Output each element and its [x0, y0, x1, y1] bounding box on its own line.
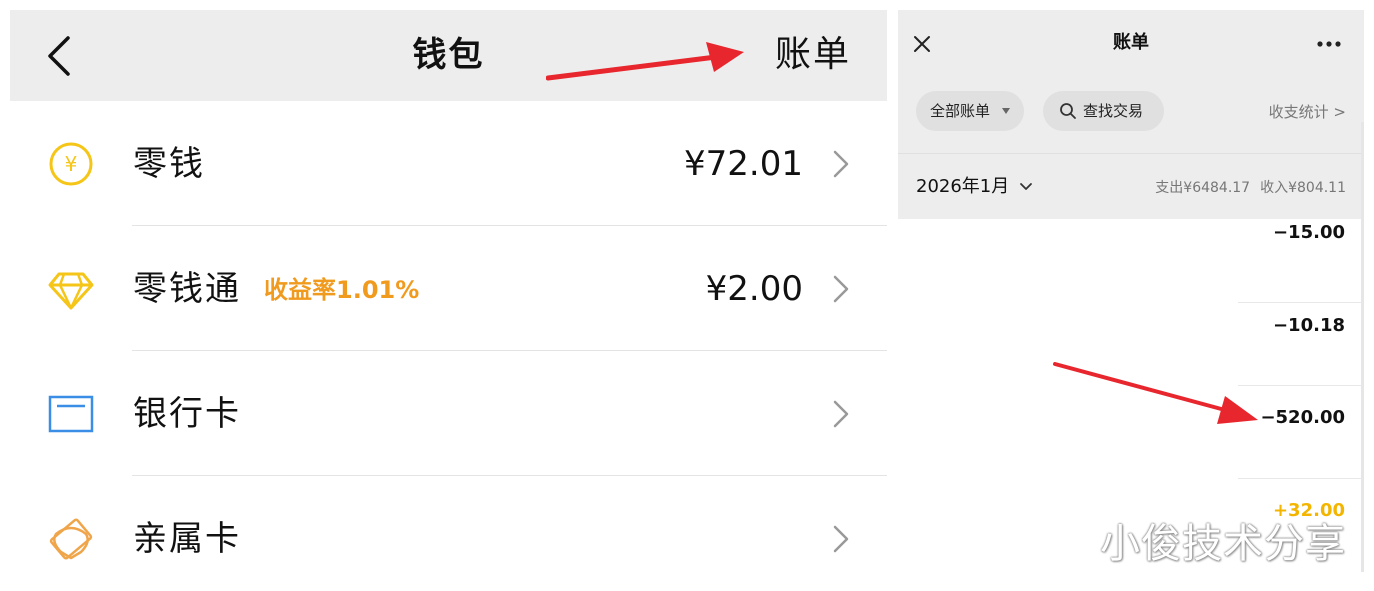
row-label: 零钱通	[133, 269, 241, 309]
filter-bar: 全部账单 查找交易 收支统计 >	[898, 77, 1364, 153]
page-title: 钱包	[412, 35, 485, 75]
row-amount: ¥2.00	[705, 269, 803, 309]
chevron-right-icon	[833, 150, 849, 178]
search-transactions-button[interactable]: 查找交易	[1043, 91, 1164, 131]
yen-coin-icon: ¥	[49, 142, 93, 186]
wallet-row-family-card[interactable]: 亲属卡	[10, 476, 887, 582]
search-icon	[1060, 103, 1076, 119]
annotation-arrow-icon	[1053, 362, 1258, 424]
search-label: 查找交易	[1083, 102, 1144, 120]
chevron-right-icon	[833, 275, 849, 303]
scrollbar[interactable]	[1361, 122, 1364, 572]
row-label: 亲属卡	[133, 519, 241, 559]
page-title: 账单	[1113, 32, 1149, 53]
chevron-right-icon	[833, 400, 849, 428]
caret-down-icon	[1002, 108, 1010, 114]
bills-topbar: 账单	[898, 10, 1364, 77]
row-label: 银行卡	[133, 394, 241, 434]
svg-text:¥: ¥	[65, 152, 78, 176]
row-label: 零钱	[133, 144, 205, 184]
family-card-icon	[49, 518, 93, 560]
transaction-amount: −10.18	[1272, 315, 1345, 336]
transaction-row[interactable]: −15.00	[898, 210, 1364, 303]
more-options-icon[interactable]	[1316, 40, 1342, 48]
bank-card-icon	[48, 395, 94, 433]
month-selector[interactable]: 2026年1月	[916, 174, 1033, 200]
wallet-row-change[interactable]: ¥ 零钱 ¥72.01	[10, 101, 887, 226]
income-total: 收入¥804.11	[1260, 180, 1346, 196]
expense-total: 支出¥6484.17	[1155, 180, 1251, 196]
yield-rate-badge: 收益率1.01%	[264, 276, 420, 304]
chevron-right-icon	[833, 525, 849, 553]
month-label: 2026年1月	[916, 176, 1010, 197]
chevron-down-icon	[1020, 183, 1032, 190]
diamond-icon	[48, 272, 94, 310]
wallet-row-bank-card[interactable]: 银行卡	[10, 351, 887, 476]
dropdown-label: 全部账单	[930, 102, 991, 120]
watermark: 小俊技术分享	[1100, 521, 1346, 567]
month-summary: 支出¥6484.17 收入¥804.11	[1155, 178, 1346, 198]
wallet-screen: 钱包 账单 ¥ 零钱 ¥72.01 零钱通 收益率1.01% ¥2.00 银行卡…	[10, 10, 887, 582]
all-bills-dropdown[interactable]: 全部账单	[916, 91, 1024, 131]
row-amount: ¥72.01	[684, 144, 803, 184]
transaction-amount: −15.00	[1272, 222, 1345, 243]
bill-link[interactable]: 账单	[775, 30, 851, 80]
annotation-arrow-icon	[546, 42, 744, 81]
stats-link[interactable]: 收支统计 >	[1269, 101, 1346, 123]
bills-screen: 账单 全部账单 查找交易 收支统计 > 2026年1月 支出¥6484.17 收…	[898, 10, 1364, 572]
transaction-amount: −520.00	[1260, 407, 1345, 428]
wallet-header: 钱包 账单	[10, 10, 887, 101]
wallet-row-change-plus[interactable]: 零钱通 收益率1.01% ¥2.00	[10, 226, 887, 351]
